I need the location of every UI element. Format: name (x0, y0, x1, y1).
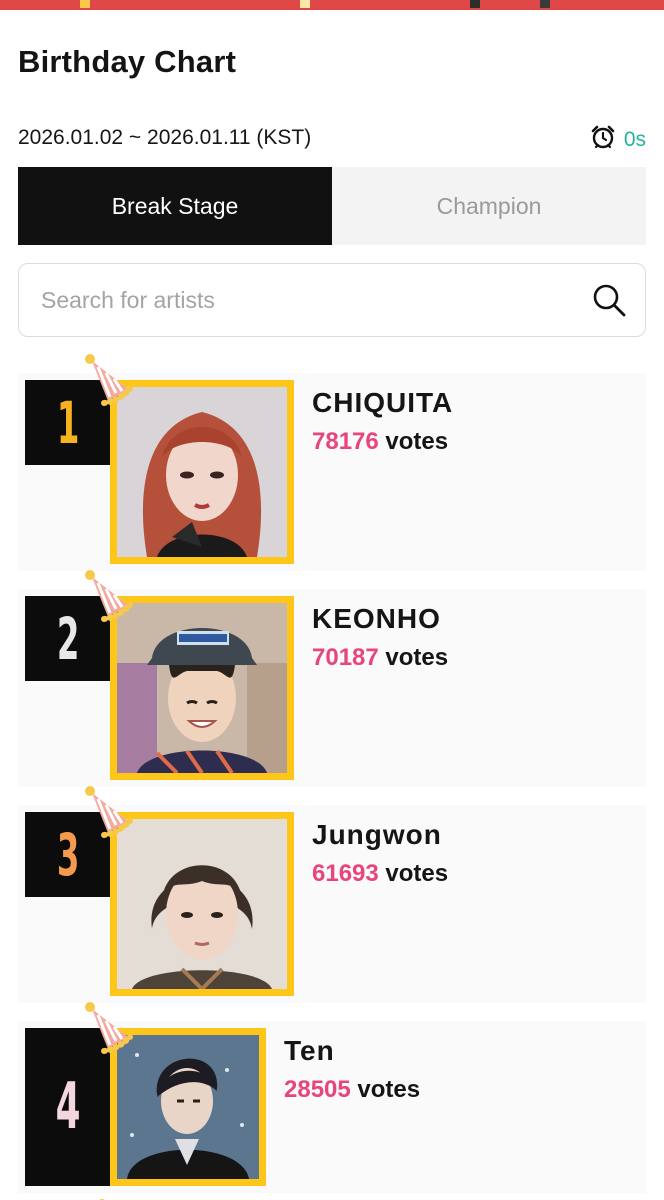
artist-name: Ten (284, 1035, 335, 1066)
tab-champion[interactable]: Champion (332, 167, 646, 245)
vote-count: 28505 (284, 1076, 351, 1103)
vote-count: 78176 (312, 428, 379, 455)
votes-label: votes (385, 428, 449, 455)
party-hat-icon (80, 783, 140, 848)
confetti-decoration (470, 0, 480, 8)
rank-number: 2 (56, 604, 80, 673)
ranking-item-4[interactable]: 4 Ten 28505 votes (18, 1002, 646, 1193)
votes-label: votes (385, 860, 449, 887)
party-hat-icon (80, 567, 140, 632)
rank-number: 1 (56, 388, 80, 457)
top-banner (0, 0, 664, 10)
vote-count: 70187 (312, 644, 379, 671)
votes-label: votes (385, 644, 449, 671)
party-hat-icon (80, 351, 140, 416)
countdown-timer: 0s (590, 124, 646, 155)
confetti-decoration (80, 0, 90, 8)
tab-break-stage[interactable]: Break Stage (18, 167, 332, 245)
party-hat-icon (80, 999, 140, 1064)
ranking-item-2[interactable]: 2 KEONHO 70187 votes (18, 570, 646, 787)
ranking-item-3[interactable]: 3 Jungwon 61693 votes (18, 786, 646, 1003)
rank-number: 4 (55, 1070, 81, 1144)
artist-photo (117, 387, 287, 557)
votes-label: votes (357, 1076, 421, 1103)
artist-votes: 28505 votes (284, 1076, 420, 1104)
artist-votes: 78176 votes (312, 428, 448, 456)
artist-name: Jungwon (312, 819, 442, 850)
artist-name: CHIQUITA (312, 387, 454, 418)
date-range: 2026.01.02 ~ 2026.01.11 (KST) (18, 126, 312, 149)
search-icon[interactable] (589, 280, 629, 320)
artist-photo (117, 603, 287, 773)
rank-number: 3 (56, 820, 80, 889)
party-hat-icon (96, 1192, 116, 1200)
confetti-decoration (300, 0, 310, 8)
confetti-decoration (540, 0, 550, 8)
artist-name: KEONHO (312, 603, 441, 634)
search-input[interactable] (41, 286, 589, 314)
alarm-clock-icon (590, 124, 616, 155)
tab-bar: Break Stage Champion (18, 167, 646, 245)
search-bar (18, 263, 646, 337)
artist-photo (117, 819, 287, 989)
page-title: Birthday Chart (18, 44, 237, 79)
artist-votes: 70187 votes (312, 644, 448, 672)
vote-count: 61693 (312, 860, 379, 887)
artist-votes: 61693 votes (312, 860, 448, 888)
ranking-item-1[interactable]: 1 CHIQUITA 78176 votes (18, 354, 646, 571)
timer-value: 0s (623, 127, 646, 151)
